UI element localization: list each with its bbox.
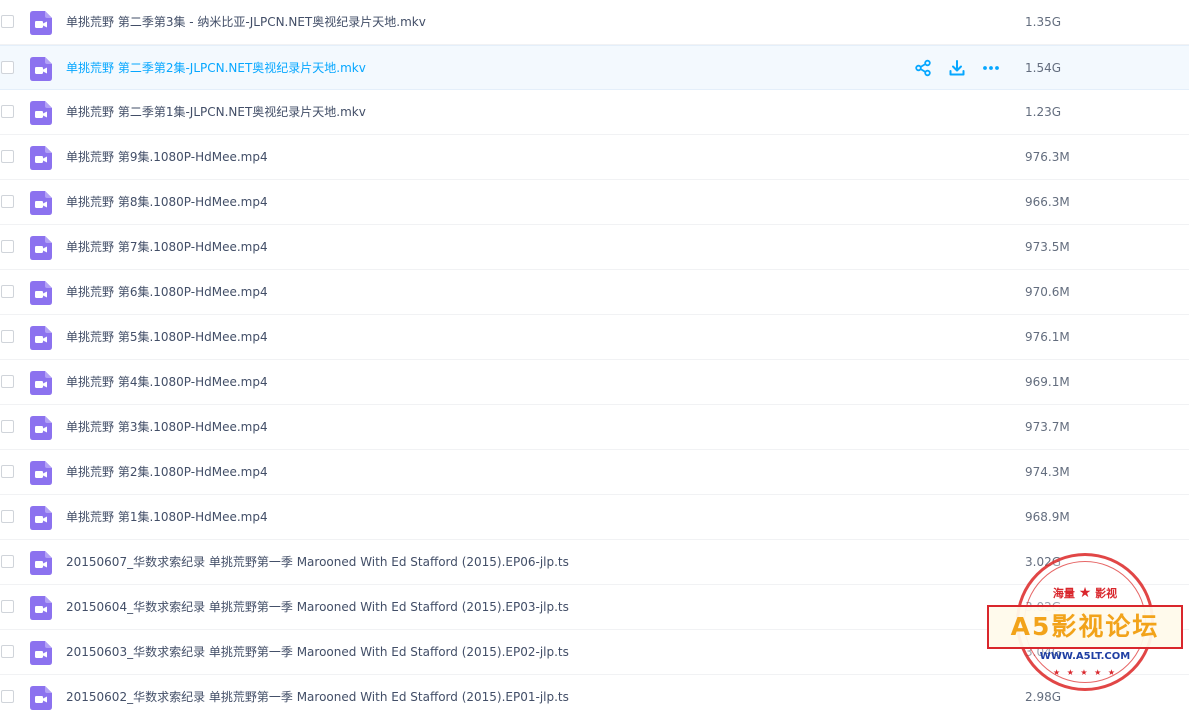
file-name[interactable]: 单挑荒野 第7集.1080P-HdMee.mp4	[66, 225, 268, 270]
video-file-icon	[30, 191, 52, 215]
row-checkbox[interactable]	[1, 61, 14, 74]
file-size: 1.23G	[1025, 105, 1062, 119]
video-file-icon	[30, 101, 52, 125]
file-row[interactable]: 单挑荒野 第8集.1080P-HdMee.mp4 966.3M	[0, 180, 1189, 225]
file-row[interactable]: 单挑荒野 第1集.1080P-HdMee.mp4 968.9M	[0, 495, 1189, 540]
video-file-icon	[30, 416, 52, 440]
file-name[interactable]: 单挑荒野 第2集.1080P-HdMee.mp4	[66, 450, 268, 495]
row-checkbox[interactable]	[1, 105, 14, 118]
row-checkbox[interactable]	[1, 150, 14, 163]
file-row[interactable]: 单挑荒野 第二季第1集-JLPCN.NET奥视纪录片天地.mkv 1.23G	[0, 90, 1189, 135]
file-size: 3.02G	[1025, 555, 1062, 569]
row-checkbox[interactable]	[1, 420, 14, 433]
file-list: 单挑荒野 第二季第3集 - 纳米比亚-JLPCN.NET奥视纪录片天地.mkv 1…	[0, 0, 1189, 713]
row-checkbox[interactable]	[1, 285, 14, 298]
file-size: 2.98G	[1025, 690, 1062, 704]
file-row[interactable]: 单挑荒野 第7集.1080P-HdMee.mp4 973.5M	[0, 225, 1189, 270]
file-row[interactable]: 单挑荒野 第9集.1080P-HdMee.mp4 976.3M	[0, 135, 1189, 180]
file-row[interactable]: 单挑荒野 第二季第3集 - 纳米比亚-JLPCN.NET奥视纪录片天地.mkv 1…	[0, 0, 1189, 45]
row-actions	[914, 59, 1000, 77]
file-size: 1.54G	[1025, 61, 1062, 75]
row-checkbox[interactable]	[1, 465, 14, 478]
video-file-icon	[30, 551, 52, 575]
file-size: 968.9M	[1025, 510, 1070, 524]
file-size: 966.3M	[1025, 195, 1070, 209]
file-size: 3.04G	[1025, 645, 1062, 659]
row-checkbox[interactable]	[1, 690, 14, 703]
video-file-icon	[30, 236, 52, 260]
file-name[interactable]: 单挑荒野 第4集.1080P-HdMee.mp4	[66, 360, 268, 405]
file-row[interactable]: 单挑荒野 第2集.1080P-HdMee.mp4 974.3M	[0, 450, 1189, 495]
file-row[interactable]: 单挑荒野 第4集.1080P-HdMee.mp4 969.1M	[0, 360, 1189, 405]
video-file-icon	[30, 146, 52, 170]
video-file-icon	[30, 641, 52, 665]
file-name[interactable]: 单挑荒野 第3集.1080P-HdMee.mp4	[66, 405, 268, 450]
video-file-icon	[30, 11, 52, 35]
file-size: 3.02G	[1025, 600, 1062, 614]
file-row[interactable]: 单挑荒野 第3集.1080P-HdMee.mp4 973.7M	[0, 405, 1189, 450]
file-name[interactable]: 20150607_华数求索纪录 单挑荒野第一季 Marooned With Ed…	[66, 540, 569, 585]
video-file-icon	[30, 461, 52, 485]
row-checkbox[interactable]	[1, 645, 14, 658]
file-name[interactable]: 单挑荒野 第二季第1集-JLPCN.NET奥视纪录片天地.mkv	[66, 90, 366, 135]
more-icon[interactable]	[982, 59, 1000, 77]
video-file-icon	[30, 506, 52, 530]
share-icon[interactable]	[914, 59, 932, 77]
video-file-icon	[30, 686, 52, 710]
video-file-icon	[30, 596, 52, 620]
file-name[interactable]: 单挑荒野 第8集.1080P-HdMee.mp4	[66, 180, 268, 225]
row-checkbox[interactable]	[1, 555, 14, 568]
file-row[interactable]: 20150604_华数求索纪录 单挑荒野第一季 Marooned With Ed…	[0, 585, 1189, 630]
file-name[interactable]: 单挑荒野 第1集.1080P-HdMee.mp4	[66, 495, 268, 540]
file-size: 973.7M	[1025, 420, 1070, 434]
file-size: 969.1M	[1025, 375, 1070, 389]
file-size: 973.5M	[1025, 240, 1070, 254]
row-checkbox[interactable]	[1, 330, 14, 343]
row-checkbox[interactable]	[1, 510, 14, 523]
file-size: 1.35G	[1025, 15, 1062, 29]
file-size: 970.6M	[1025, 285, 1070, 299]
row-checkbox[interactable]	[1, 600, 14, 613]
file-name[interactable]: 单挑荒野 第二季第2集-JLPCN.NET奥视纪录片天地.mkv	[66, 46, 366, 91]
file-name[interactable]: 单挑荒野 第二季第3集 - 纳米比亚-JLPCN.NET奥视纪录片天地.mkv	[66, 0, 426, 45]
row-checkbox[interactable]	[1, 375, 14, 388]
file-name[interactable]: 单挑荒野 第6集.1080P-HdMee.mp4	[66, 270, 268, 315]
file-row[interactable]: 20150603_华数求索纪录 单挑荒野第一季 Marooned With Ed…	[0, 630, 1189, 675]
file-size: 976.3M	[1025, 150, 1070, 164]
file-name[interactable]: 单挑荒野 第5集.1080P-HdMee.mp4	[66, 315, 268, 360]
file-name[interactable]: 20150603_华数求索纪录 单挑荒野第一季 Marooned With Ed…	[66, 630, 569, 675]
download-icon[interactable]	[948, 59, 966, 77]
file-row[interactable]: 20150602_华数求索纪录 单挑荒野第一季 Marooned With Ed…	[0, 675, 1189, 713]
video-file-icon	[30, 281, 52, 305]
row-checkbox[interactable]	[1, 15, 14, 28]
video-file-icon	[30, 371, 52, 395]
row-checkbox[interactable]	[1, 240, 14, 253]
file-size: 976.1M	[1025, 330, 1070, 344]
row-checkbox[interactable]	[1, 195, 14, 208]
video-file-icon	[30, 57, 52, 81]
file-size: 974.3M	[1025, 465, 1070, 479]
file-name[interactable]: 20150602_华数求索纪录 单挑荒野第一季 Marooned With Ed…	[66, 675, 569, 713]
file-name[interactable]: 20150604_华数求索纪录 单挑荒野第一季 Marooned With Ed…	[66, 585, 569, 630]
file-row[interactable]: 单挑荒野 第5集.1080P-HdMee.mp4 976.1M	[0, 315, 1189, 360]
video-file-icon	[30, 326, 52, 350]
file-row[interactable]: 20150607_华数求索纪录 单挑荒野第一季 Marooned With Ed…	[0, 540, 1189, 585]
file-name[interactable]: 单挑荒野 第9集.1080P-HdMee.mp4	[66, 135, 268, 180]
file-row[interactable]: 单挑荒野 第6集.1080P-HdMee.mp4 970.6M	[0, 270, 1189, 315]
file-row[interactable]: 单挑荒野 第二季第2集-JLPCN.NET奥视纪录片天地.mkv 1.54G	[0, 45, 1189, 90]
